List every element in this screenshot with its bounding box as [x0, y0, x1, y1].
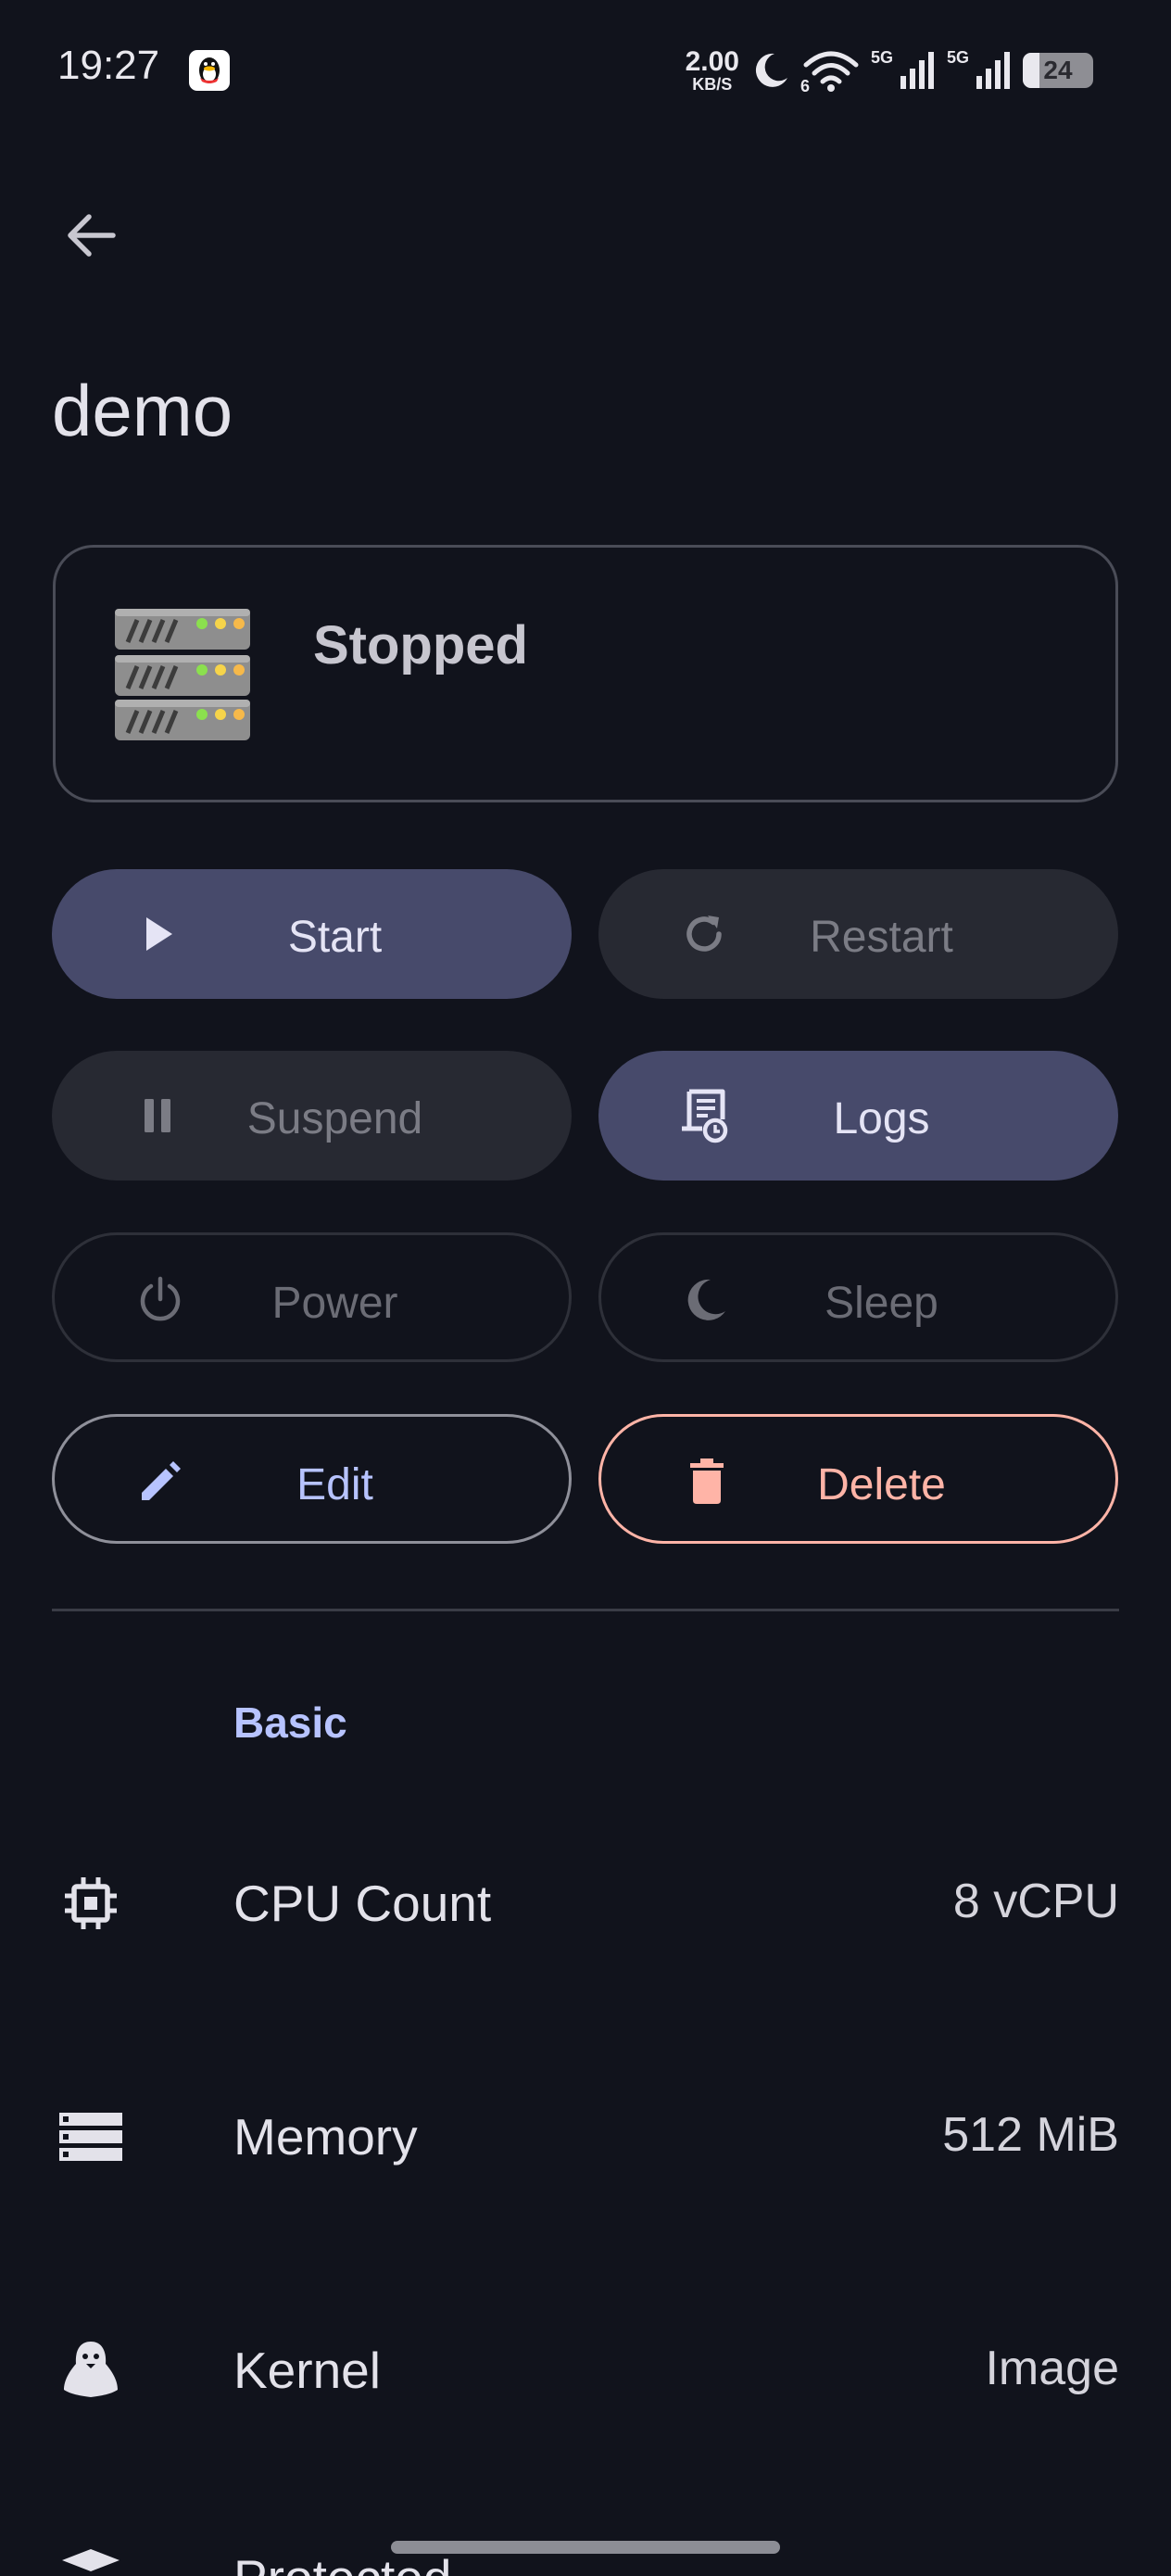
shield-icon: [54, 2541, 128, 2576]
page-title: demo: [52, 370, 233, 451]
info-row-value: 512 MiB: [942, 2108, 1119, 2162]
info-row-value: 8 vCPU: [952, 1875, 1119, 1928]
edit-button[interactable]: Edit: [52, 1414, 572, 1544]
back-button[interactable]: [56, 200, 126, 271]
network-speed-unit: KB/S: [692, 75, 733, 94]
start-button[interactable]: Start: [52, 869, 572, 999]
network-speed-value: 2.00: [685, 46, 739, 77]
suspend-button[interactable]: Suspend: [52, 1051, 572, 1181]
sleep-label: Sleep: [825, 1279, 938, 1328]
restart-button[interactable]: Restart: [598, 869, 1118, 999]
signal-2-icon: [976, 52, 1010, 89]
wifi-icon: 6: [800, 48, 860, 95]
restart-label: Restart: [810, 913, 953, 962]
info-row-label: Kernel: [233, 2342, 381, 2399]
signal-2-type: 5G: [946, 47, 969, 67]
logs-label: Logs: [833, 1094, 930, 1143]
section-title-basic: Basic: [233, 1698, 347, 1747]
arrow-back-icon: [68, 214, 116, 257]
delete-button[interactable]: Delete: [598, 1414, 1118, 1544]
power-button[interactable]: Power: [52, 1232, 572, 1362]
vm-status-text: Stopped: [313, 615, 528, 676]
qq-notification-icon: [189, 50, 230, 91]
wifi-standard: 6: [800, 77, 810, 95]
start-label: Start: [287, 913, 383, 962]
memory-icon: [54, 2100, 128, 2174]
info-row-memory[interactable]: Memory 512 MiB: [0, 2072, 1171, 2183]
vm-status-card: Stopped: [53, 545, 1118, 802]
suspend-label: Suspend: [246, 1094, 423, 1143]
status-bar: 19:27 2.00 KB/S 6 5G 5G 24: [0, 0, 1171, 139]
do-not-disturb-moon-icon: [755, 53, 787, 87]
sleep-button[interactable]: Sleep: [598, 1232, 1118, 1362]
section-divider: [52, 1609, 1119, 1611]
battery-level: 24: [1043, 56, 1073, 84]
info-row-label: Memory: [233, 2108, 418, 2166]
linux-penguin-icon: [54, 2333, 128, 2407]
signal-1-icon: [900, 52, 934, 89]
signal-1-type: 5G: [870, 47, 893, 67]
info-row-kernel[interactable]: Kernel Image: [0, 2305, 1171, 2417]
battery-icon: 24: [1023, 53, 1093, 88]
info-row-value: Image: [985, 2342, 1119, 2395]
power-label: Power: [271, 1279, 398, 1328]
network-speed: 2.00 KB/S: [685, 46, 739, 94]
vm-detail-screen: 19:27 2.00 KB/S 6 5G 5G 24 demo Stopped …: [0, 0, 1171, 2576]
server-rack-icon: [113, 607, 252, 742]
logs-button[interactable]: Logs: [598, 1051, 1118, 1181]
delete-label: Delete: [817, 1460, 946, 1509]
status-icons: 2.00 KB/S 6 5G 5G 24: [686, 43, 1093, 98]
home-indicator[interactable]: [391, 2541, 780, 2554]
status-time: 19:27: [57, 43, 160, 88]
info-row-cpu-count[interactable]: CPU Count 8 vCPU: [0, 1838, 1171, 1950]
edit-label: Edit: [296, 1460, 373, 1509]
info-row-label: CPU Count: [233, 1875, 492, 1932]
cpu-icon: [54, 1866, 128, 1940]
